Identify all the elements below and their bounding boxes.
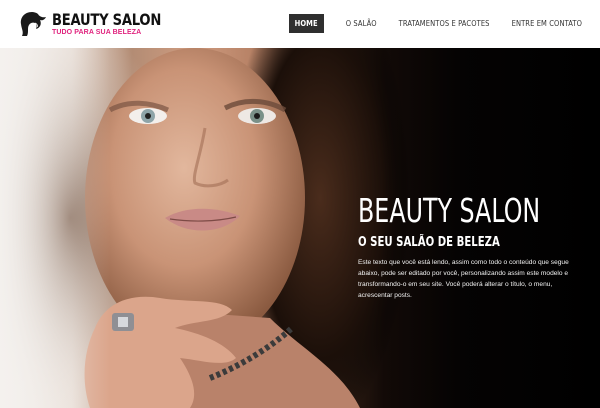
brand-tagline: TUDO PARA SUA BELEZA [52,29,142,36]
hero-banner: BEAUTY SALON O SEU SALÃO DE BELEZA Este … [0,48,600,408]
site-header: BEAUTY SALON TUDO PARA SUA BELEZA HOME O… [0,0,600,48]
nav-item-entre-em-contato[interactable]: ENTRE EM CONTATO [512,14,582,33]
brand-name: BEAUTY SALON [52,10,162,29]
nav-item-tratamentos-e-pacotes[interactable]: TRATAMENTOS E PACOTES [399,14,490,33]
logo[interactable]: BEAUTY SALON TUDO PARA SUA BELEZA [18,9,185,39]
woman-silhouette-icon [20,12,46,36]
hero-content: BEAUTY SALON O SEU SALÃO DE BELEZA Este … [358,194,586,301]
hero-title: BEAUTY SALON [358,191,541,230]
hero-description: Este texto que você está lendo, assim co… [358,259,569,299]
nav-item-home[interactable]: HOME [288,14,324,33]
hero-subtitle: O SEU SALÃO DE BELEZA [358,235,500,250]
nav-item-o-salao[interactable]: O SALÃO [346,14,377,33]
main-nav: HOME O SALÃO TRATAMENTOS E PACOTES ENTRE… [288,14,582,33]
